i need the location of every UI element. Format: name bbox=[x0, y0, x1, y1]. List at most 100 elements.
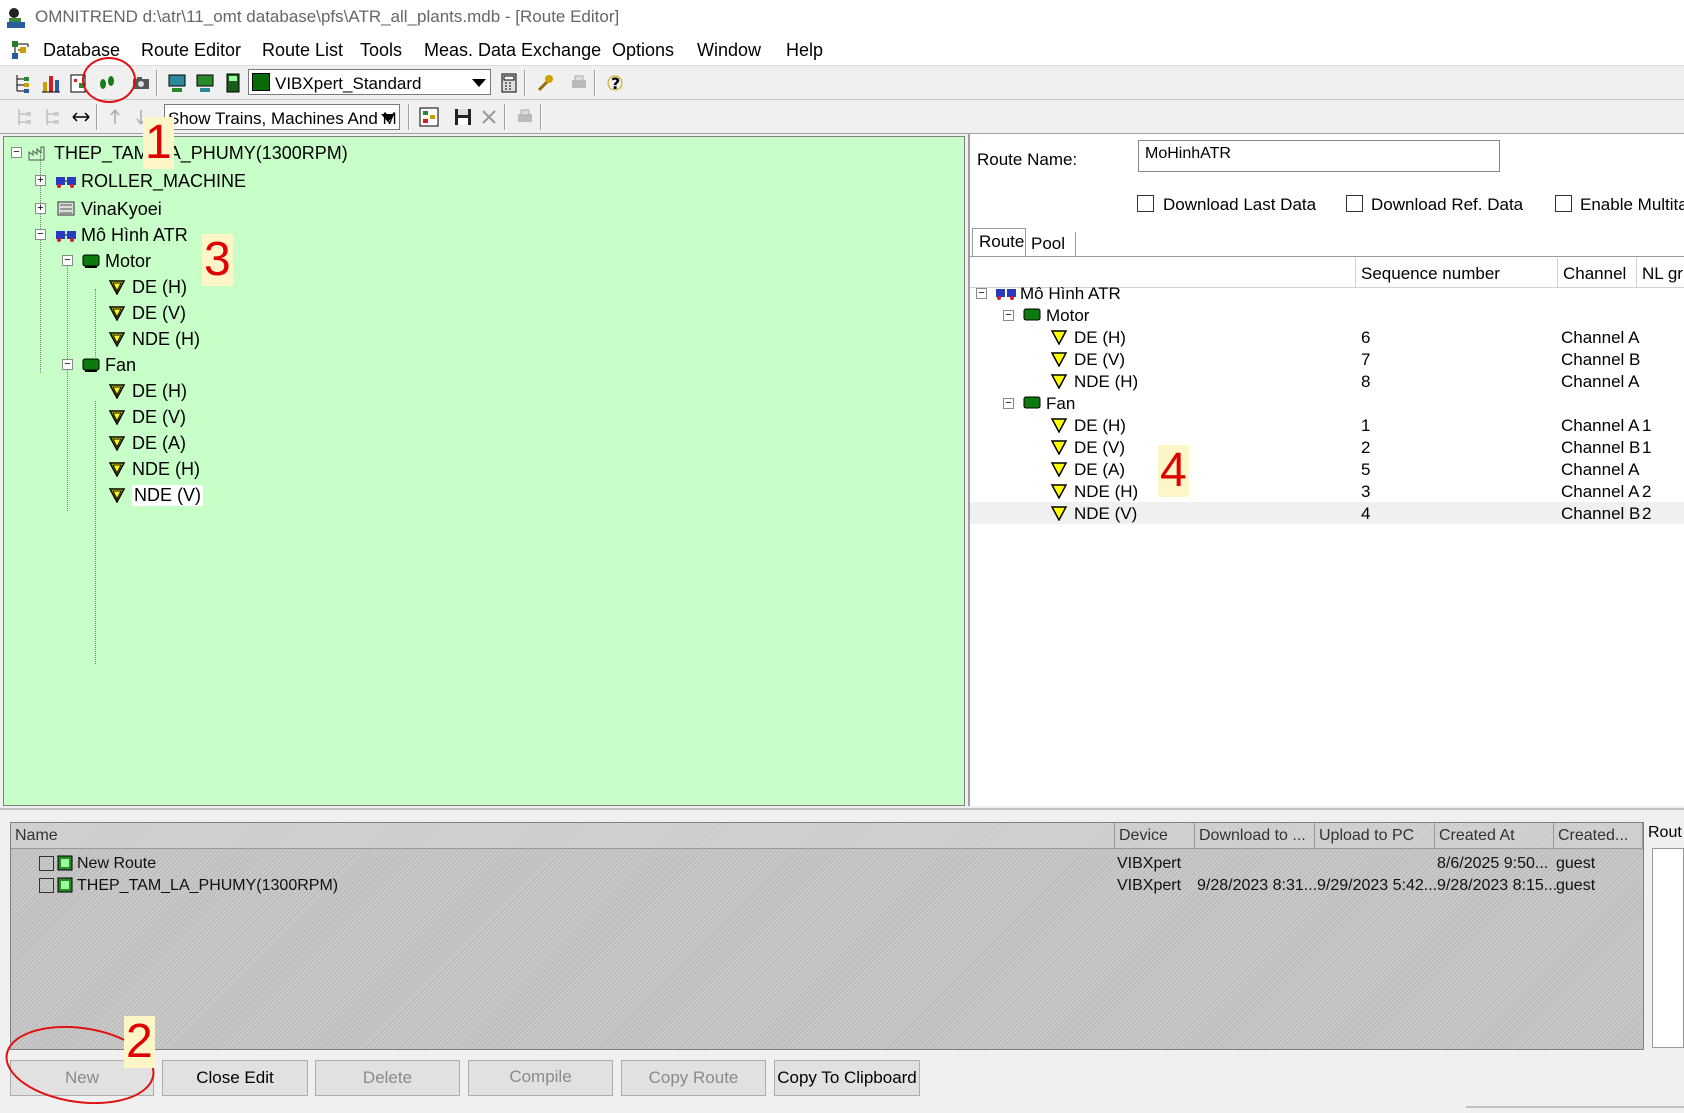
delete-button[interactable]: Delete bbox=[315, 1060, 460, 1096]
tab-route[interactable]: Route bbox=[972, 228, 1026, 256]
transfer-to-device-icon[interactable] bbox=[164, 70, 190, 96]
column-nl-group[interactable]: NL gr bbox=[1642, 264, 1683, 284]
toolbar-separator bbox=[540, 104, 542, 130]
copy-route-button[interactable]: Copy Route bbox=[621, 1060, 766, 1096]
column-sequence-number[interactable]: Sequence number bbox=[1361, 264, 1500, 284]
save-icon[interactable] bbox=[450, 104, 476, 130]
print-disabled-icon[interactable] bbox=[512, 104, 538, 130]
tree-item-fan[interactable]: Fan bbox=[81, 352, 136, 378]
menu-route-list[interactable]: Route List bbox=[262, 40, 343, 61]
calculator-icon[interactable] bbox=[496, 70, 522, 96]
route-row-point[interactable]: DE (V) 7 Channel B bbox=[970, 348, 1684, 370]
copy-to-clipboard-button[interactable]: Copy To Clipboard bbox=[774, 1060, 920, 1096]
route-row-point[interactable]: DE (V) 2 Channel B 1 bbox=[970, 436, 1684, 458]
menu-help[interactable]: Help bbox=[786, 40, 823, 61]
column-device[interactable]: Device bbox=[1115, 823, 1195, 849]
route-name-input[interactable]: MoHinhATR bbox=[1138, 140, 1500, 172]
tree-item-measurement-point[interactable]: DE (V) bbox=[108, 300, 186, 326]
menu-window[interactable]: Window bbox=[697, 40, 761, 61]
device-icon[interactable] bbox=[220, 70, 246, 96]
column-created-at[interactable]: Created At bbox=[1435, 823, 1554, 849]
tree-item-measurement-point[interactable]: NDE (H) bbox=[108, 456, 200, 482]
bar-chart-icon[interactable] bbox=[38, 70, 64, 96]
tree-item-measurement-point[interactable]: DE (V) bbox=[108, 404, 186, 430]
expand-all-icon[interactable] bbox=[40, 104, 66, 130]
transfer-to-pc-icon[interactable] bbox=[192, 70, 218, 96]
route-point-nl-group: 1 bbox=[1642, 416, 1652, 435]
route-point-channel: Channel A bbox=[1561, 460, 1640, 479]
move-up-icon[interactable] bbox=[102, 104, 128, 130]
omnitrend-app-icon[interactable] bbox=[4, 6, 28, 30]
collapse-all-icon[interactable] bbox=[12, 104, 38, 130]
route-row-point-selected[interactable]: NDE (V) 4 Channel B 2 bbox=[970, 502, 1684, 524]
device-type-select[interactable]: VIBXpert_Standard bbox=[248, 69, 491, 95]
tree-item-mo-hinh-atr[interactable]: Mô Hình ATR bbox=[55, 222, 188, 248]
enable-multitasking-checkbox[interactable] bbox=[1555, 195, 1572, 212]
annotation-number-1: 1 bbox=[143, 116, 174, 169]
compile-button[interactable]: Compile bbox=[468, 1060, 613, 1096]
menu-meas-data-exchange[interactable]: Meas. Data Exchange bbox=[424, 40, 601, 61]
route-row-machine[interactable]: Motor bbox=[970, 304, 1684, 326]
tree-item-measurement-point[interactable]: NDE (H) bbox=[108, 326, 200, 352]
menu-route-editor[interactable]: Route Editor bbox=[141, 40, 241, 61]
route-row-point[interactable]: NDE (H) 3 Channel A 2 bbox=[970, 480, 1684, 502]
toolbar-separator bbox=[504, 104, 506, 130]
route-row-point[interactable]: DE (H) 1 Channel A 1 bbox=[970, 414, 1684, 436]
column-upload-to-pc[interactable]: Upload to PC bbox=[1315, 823, 1435, 849]
tree-view-icon[interactable] bbox=[10, 70, 36, 96]
route-row-train[interactable]: Mô Hình ATR bbox=[970, 282, 1684, 304]
close-edit-button[interactable]: Close Edit bbox=[162, 1060, 308, 1096]
menu-route-editor-label: Route Editor bbox=[141, 40, 242, 60]
download-ref-data-checkbox[interactable] bbox=[1346, 195, 1363, 212]
tree-item-root-plant[interactable]: THEP_TAM_LA_PHUMY(1300RPM) bbox=[28, 140, 348, 166]
collapse-toggle[interactable]: − bbox=[35, 229, 46, 240]
plant-icon bbox=[28, 145, 50, 161]
menu-tools[interactable]: Tools bbox=[360, 40, 402, 61]
tree-item-measurement-point-selected[interactable]: NDE (V) bbox=[108, 482, 203, 508]
table-row[interactable]: THEP_TAM_LA_PHUMY(1300RPM) VIBXpert 9/28… bbox=[11, 875, 1643, 897]
tab-pool[interactable]: Pool bbox=[1026, 232, 1076, 256]
delete-x-icon[interactable] bbox=[476, 104, 502, 130]
collapse-toggle[interactable]: − bbox=[62, 359, 73, 370]
route-list-table[interactable]: Name Device Download to ... Upload to PC… bbox=[10, 822, 1644, 1050]
help-icon[interactable]: ? bbox=[602, 70, 628, 96]
route-row-machine[interactable]: Fan bbox=[970, 392, 1684, 414]
collapse-toggle[interactable]: − bbox=[62, 255, 73, 266]
column-channel[interactable]: Channel bbox=[1563, 264, 1626, 284]
toolbar-separator bbox=[156, 70, 158, 96]
tree-item-roller-machine[interactable]: ROLLER_MACHINE bbox=[55, 168, 246, 194]
expand-toggle[interactable]: + bbox=[35, 175, 46, 186]
system-menu-icon[interactable] bbox=[10, 39, 36, 63]
column-download-to[interactable]: Download to ... bbox=[1195, 823, 1315, 849]
tree-item-measurement-point[interactable]: DE (H) bbox=[108, 274, 187, 300]
download-last-data-checkbox[interactable] bbox=[1137, 195, 1154, 212]
route-side-panel[interactable] bbox=[1652, 848, 1684, 1048]
column-name[interactable]: Name bbox=[11, 823, 1115, 849]
tree-item-label: DE (H) bbox=[132, 380, 187, 401]
route-name-cell: New Route bbox=[77, 855, 157, 872]
swap-arrows-icon[interactable] bbox=[68, 104, 94, 130]
route-row-label: Motor bbox=[1046, 306, 1090, 325]
tree-item-measurement-point[interactable]: DE (H) bbox=[108, 378, 187, 404]
route-point-channel: Channel B bbox=[1561, 504, 1641, 523]
route-row-point[interactable]: DE (H) 6 Channel A bbox=[970, 326, 1684, 348]
tree-filter-select[interactable]: Show Trains, Machines And M bbox=[164, 104, 400, 130]
row-checkbox[interactable] bbox=[39, 856, 54, 871]
expand-toggle[interactable]: + bbox=[35, 203, 46, 214]
tree-item-label: NDE (H) bbox=[132, 458, 200, 479]
tree-item-motor[interactable]: Motor bbox=[81, 248, 151, 274]
print-disabled-icon[interactable] bbox=[566, 70, 592, 96]
route-tree-icon[interactable] bbox=[416, 104, 442, 130]
route-point-seq: 8 bbox=[1361, 372, 1371, 391]
row-checkbox[interactable] bbox=[39, 878, 54, 893]
wrench-icon[interactable] bbox=[532, 70, 558, 96]
collapse-toggle[interactable]: − bbox=[11, 147, 22, 158]
route-row-point[interactable]: NDE (H) 8 Channel A bbox=[970, 370, 1684, 392]
column-created-by[interactable]: Created... bbox=[1554, 823, 1643, 849]
table-row[interactable]: New Route VIBXpert 8/6/2025 9:50... gues… bbox=[11, 853, 1643, 875]
tree-item-measurement-point[interactable]: DE (A) bbox=[108, 430, 186, 456]
machine-tree-panel[interactable]: − THEP_TAM_LA_PHUMY(1300RPM) + ROLLER_MA… bbox=[3, 136, 965, 806]
menu-options[interactable]: Options bbox=[612, 40, 674, 61]
tree-item-vinakyoei[interactable]: VinaKyoei bbox=[55, 196, 162, 222]
route-row-point[interactable]: DE (A) 5 Channel A bbox=[970, 458, 1684, 480]
